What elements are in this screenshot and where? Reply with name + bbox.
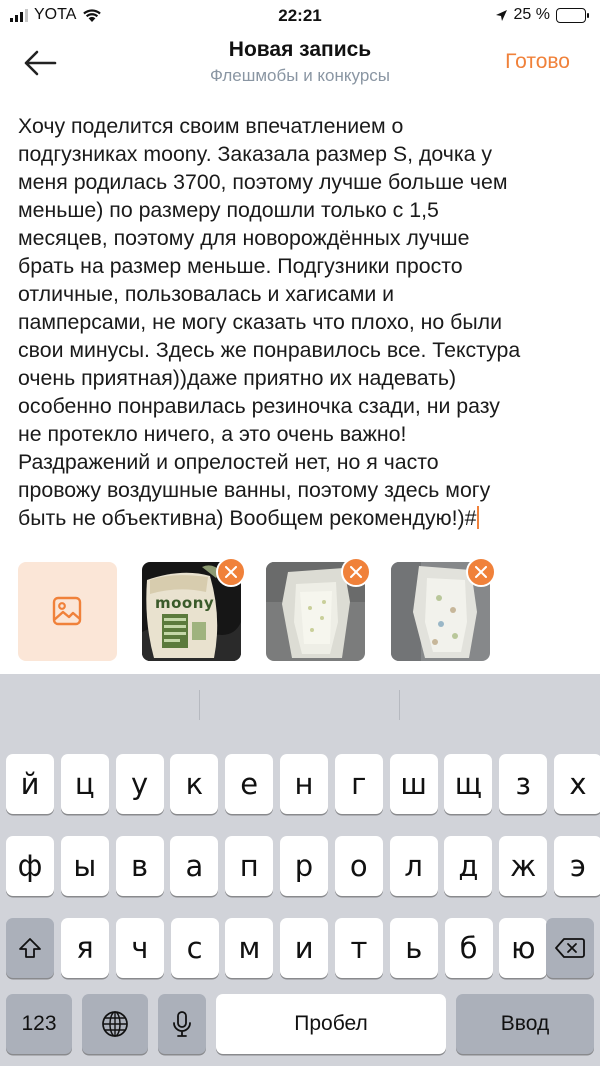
status-bar: YOTA 22:21 25 % bbox=[0, 0, 600, 32]
battery-percent: 25 % bbox=[513, 6, 550, 23]
key-letter[interactable]: о bbox=[334, 836, 383, 896]
key-letter[interactable]: к bbox=[170, 754, 219, 814]
backspace-icon bbox=[555, 938, 585, 958]
location-arrow-icon bbox=[495, 9, 507, 21]
key-letter[interactable]: г bbox=[334, 754, 383, 814]
globe-icon bbox=[102, 1011, 128, 1037]
key-letter[interactable]: б bbox=[444, 918, 493, 978]
status-right: 25 % bbox=[495, 6, 589, 24]
remove-photo-2-button[interactable] bbox=[341, 557, 371, 587]
key-letter[interactable]: у bbox=[115, 754, 164, 814]
return-key[interactable]: Ввод bbox=[456, 994, 594, 1054]
moony-brand-text: moony bbox=[155, 594, 215, 612]
key-letter[interactable]: м bbox=[225, 918, 274, 978]
key-letter[interactable]: с bbox=[170, 918, 219, 978]
key-letter[interactable]: т bbox=[335, 918, 383, 978]
key-letter[interactable]: н bbox=[280, 754, 328, 814]
microphone-icon bbox=[173, 1011, 191, 1037]
key-letter[interactable]: в bbox=[115, 836, 164, 896]
key-letter[interactable]: э bbox=[554, 836, 600, 896]
space-key[interactable]: Пробел bbox=[216, 994, 446, 1054]
key-letter[interactable]: ш bbox=[389, 754, 438, 814]
key-letter[interactable]: ю bbox=[499, 918, 548, 978]
key-letter[interactable]: ф bbox=[6, 836, 54, 896]
close-icon bbox=[475, 566, 487, 578]
suggestion-divider bbox=[399, 690, 400, 720]
image-icon bbox=[52, 596, 82, 626]
close-icon bbox=[225, 566, 237, 578]
keyboard: йцукенгшщзх фывапролджэ ячсмитьбю 123 Проб… bbox=[0, 674, 600, 1066]
backspace-key[interactable] bbox=[546, 918, 594, 978]
key-letter[interactable]: ц bbox=[60, 754, 109, 814]
close-icon bbox=[350, 566, 362, 578]
shift-key[interactable] bbox=[6, 918, 54, 978]
suggestion-bar[interactable] bbox=[0, 674, 600, 734]
remove-photo-3-button[interactable] bbox=[466, 557, 496, 587]
key-letter[interactable]: р bbox=[280, 836, 328, 896]
shift-icon bbox=[19, 938, 41, 958]
key-letter[interactable]: ч bbox=[115, 918, 164, 978]
key-letter[interactable]: ы bbox=[60, 836, 109, 896]
key-letter[interactable]: л bbox=[389, 836, 438, 896]
key-letter[interactable]: д bbox=[444, 836, 493, 896]
key-letter[interactable]: й bbox=[6, 754, 54, 814]
add-photo-button[interactable] bbox=[18, 562, 117, 661]
key-letter[interactable]: з bbox=[499, 754, 548, 814]
key-letter[interactable]: а bbox=[170, 836, 219, 896]
done-button[interactable]: Готово bbox=[505, 50, 570, 74]
suggestion-divider bbox=[199, 690, 200, 720]
key-letter[interactable]: я bbox=[61, 918, 109, 978]
key-letter[interactable]: ж bbox=[499, 836, 548, 896]
key-letter[interactable]: х bbox=[554, 754, 600, 814]
key-letter[interactable]: и bbox=[280, 918, 329, 978]
text-caret bbox=[477, 506, 480, 529]
key-letter[interactable]: п bbox=[225, 836, 274, 896]
globe-key[interactable] bbox=[82, 994, 148, 1054]
key-letter[interactable]: е bbox=[225, 754, 274, 814]
key-letter[interactable]: ь bbox=[389, 918, 438, 978]
key-letter[interactable]: щ bbox=[444, 754, 493, 814]
post-text-editor[interactable]: Хочу поделится своим впечатлением о подг… bbox=[18, 112, 588, 532]
dictation-key[interactable] bbox=[158, 994, 206, 1054]
nav-header: Новая запись Флешмобы и конкурсы Готово bbox=[0, 32, 600, 96]
remove-photo-1-button[interactable] bbox=[216, 557, 246, 587]
numbers-key[interactable]: 123 bbox=[6, 994, 72, 1054]
battery-icon bbox=[556, 7, 589, 23]
post-text: Хочу поделится своим впечатлением о подг… bbox=[18, 114, 521, 530]
